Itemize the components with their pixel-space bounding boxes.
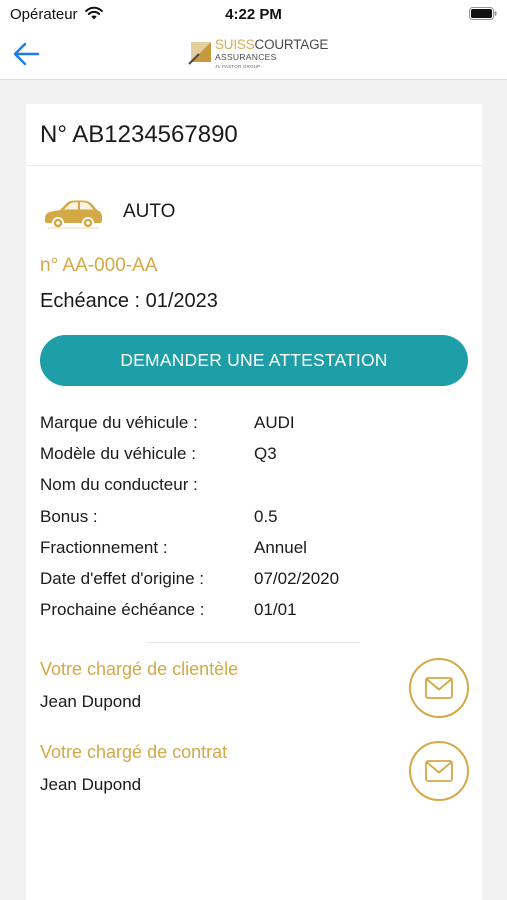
- back-button[interactable]: [10, 38, 44, 70]
- mail-icon: [425, 760, 453, 782]
- car-icon: [45, 200, 102, 229]
- contact-title: Votre chargé de clientèle: [40, 659, 239, 679]
- detail-value: 07/02/2020: [254, 568, 340, 588]
- contact-name: Jean Dupond: [40, 775, 142, 794]
- detail-label: Fractionnement :: [40, 537, 168, 557]
- detail-label: Prochaine échéance :: [40, 600, 205, 620]
- logo-subtitle: ASSURANCES: [215, 52, 277, 62]
- detail-row: Marque du véhicule : AUDI: [40, 413, 460, 444]
- due-date: Echéance : 01/2023: [40, 290, 218, 313]
- logo-brand-part2: COURTAGE: [254, 37, 329, 52]
- email-client-manager-button[interactable]: [409, 658, 469, 718]
- battery-icon: [469, 7, 497, 20]
- detail-label: Nom du conducteur :: [40, 475, 198, 495]
- license-plate: n° AA-000-AA: [40, 255, 158, 276]
- due-date-value: 01/2023: [145, 290, 218, 312]
- detail-value: Q3: [254, 444, 277, 464]
- mail-icon: [425, 677, 453, 699]
- product-label: AUTO: [123, 201, 176, 222]
- detail-label: Date d'effet d'origine :: [40, 568, 205, 588]
- detail-row: Nom du conducteur :: [40, 475, 460, 506]
- contract-manager-contact: Votre chargé de contrat Jean Dupond: [40, 741, 470, 805]
- logo-group: JV PASTOR GROUP: [215, 64, 261, 69]
- status-bar: Opérateur 4:22 PM: [0, 0, 507, 30]
- screen: Opérateur 4:22 PM SUISSCOURTAGE ASSURANC…: [0, 0, 507, 900]
- detail-label: Modèle du véhicule :: [40, 444, 196, 464]
- contract-card: N° AB1234567890 AUTO n° AA-000-AA Echéan…: [26, 104, 482, 900]
- detail-row: Modèle du véhicule : Q3: [40, 444, 460, 475]
- contract-header: N° AB1234567890: [26, 104, 482, 166]
- logo-wordmark: SUISSCOURTAGE: [215, 37, 328, 52]
- request-certificate-button[interactable]: DEMANDER UNE ATTESTATION: [40, 335, 468, 386]
- detail-value: 01/01: [254, 600, 297, 620]
- brand-logo: SUISSCOURTAGE ASSURANCES JV PASTOR GROUP: [187, 37, 328, 75]
- detail-value: Annuel: [254, 537, 307, 557]
- logo-mark-icon: [188, 42, 211, 65]
- client-manager-contact: Votre chargé de clientèle Jean Dupond: [40, 658, 470, 722]
- detail-label: Bonus :: [40, 506, 98, 526]
- contact-name: Jean Dupond: [40, 692, 142, 711]
- contract-number: N° AB1234567890: [40, 121, 238, 148]
- clock-time: 4:22 PM: [225, 6, 282, 23]
- detail-row: Bonus : 0.5: [40, 507, 460, 538]
- back-arrow-icon: [13, 42, 40, 66]
- detail-label: Marque du véhicule :: [40, 413, 198, 432]
- detail-value: 0.5: [254, 506, 278, 526]
- due-date-label: Echéance :: [40, 290, 146, 312]
- detail-value: AUDI: [254, 413, 295, 432]
- detail-row: Fractionnement : Annuel: [40, 538, 460, 569]
- logo-brand-part1: SUISS: [215, 37, 255, 52]
- detail-row: Date d'effet d'origine : 07/02/2020: [40, 569, 460, 600]
- detail-row: Prochaine échéance : 01/01: [40, 600, 460, 631]
- contact-title: Votre chargé de contrat: [40, 742, 228, 762]
- vehicle-details: Marque du véhicule : AUDI Modèle du véhi…: [40, 413, 460, 631]
- section-divider: [148, 642, 360, 643]
- email-contract-manager-button[interactable]: [409, 741, 469, 801]
- navigation-bar: SUISSCOURTAGE ASSURANCES JV PASTOR GROUP: [0, 30, 507, 80]
